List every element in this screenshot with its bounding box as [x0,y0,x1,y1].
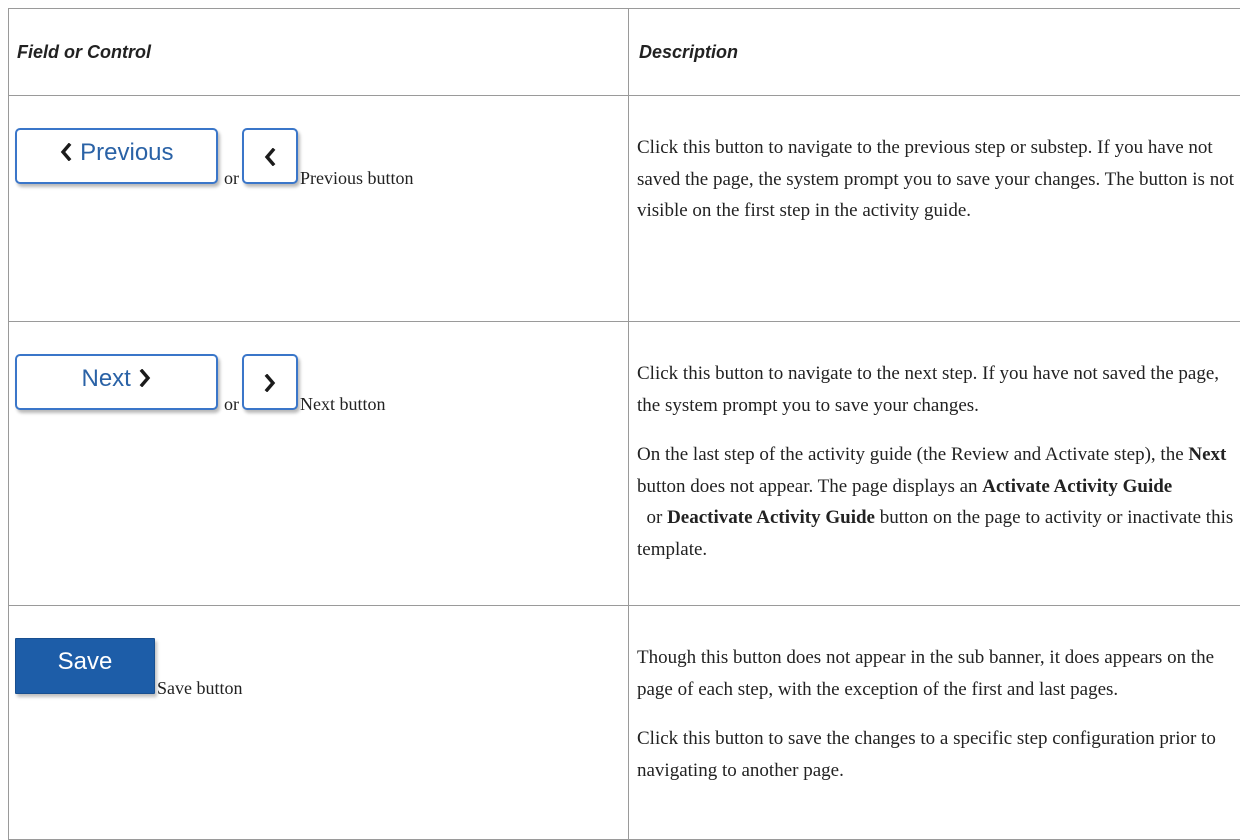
next-button-label: Next [81,365,130,392]
previous-description: Click this button to navigate to the pre… [637,132,1236,227]
table-row-previous: Previous or Previous button Click this b… [9,96,1240,322]
save-button-label: Save [16,649,154,675]
save-button[interactable]: Save [15,638,155,694]
header-description: Description [629,9,1240,96]
next-button-caption: Next button [300,394,386,414]
save-control-cell: Save Save button [9,606,629,840]
save-description-1: Though this button does not appear in th… [637,642,1236,705]
header-field-or-control: Field or Control [9,9,629,96]
field-description-table: Field or Control Description Previous or [8,8,1240,840]
previous-controls: Previous or Previous button [9,96,628,189]
bold-activate-activity-guide: Activate Activity Guide [982,476,1172,497]
or-text: or [224,394,239,414]
save-description-cell: Though this button does not appear in th… [629,606,1240,840]
chevron-right-icon [138,369,152,387]
previous-button-caption: Previous button [300,168,414,188]
bold-next: Next [1188,444,1226,465]
previous-control-cell: Previous or Previous button [9,96,629,322]
text-run: On the last step of the activity guide (… [637,444,1188,465]
previous-description-cell: Click this button to navigate to the pre… [629,96,1240,322]
text-run: or [637,507,667,528]
previous-icon-button[interactable] [242,128,298,184]
next-description-1: Click this button to navigate to the nex… [637,358,1236,421]
bold-deactivate-activity-guide: Deactivate Activity Guide [667,507,875,528]
chevron-left-icon [263,148,277,166]
previous-button[interactable]: Previous [15,128,218,184]
table-header-row: Field or Control Description [9,9,1240,96]
next-icon-button[interactable] [242,354,298,410]
text-run: button does not appear. The page display… [637,476,982,497]
table-row-save: Save Save button Though this button does… [9,606,1240,840]
next-control-cell: Next or Next button [9,322,629,606]
previous-button-label: Previous [80,139,173,166]
save-description-2: Click this button to save the changes to… [637,723,1236,786]
save-controls: Save Save button [9,606,628,699]
save-button-caption: Save button [157,678,243,698]
next-button[interactable]: Next [15,354,218,410]
next-controls: Next or Next button [9,322,628,415]
chevron-left-icon [59,143,73,161]
or-text: or [224,168,239,188]
chevron-right-icon [263,374,277,392]
table-row-next: Next or Next button Click this button to… [9,322,1240,606]
next-description-2: On the last step of the activity guide (… [637,439,1236,565]
next-description-cell: Click this button to navigate to the nex… [629,322,1240,606]
